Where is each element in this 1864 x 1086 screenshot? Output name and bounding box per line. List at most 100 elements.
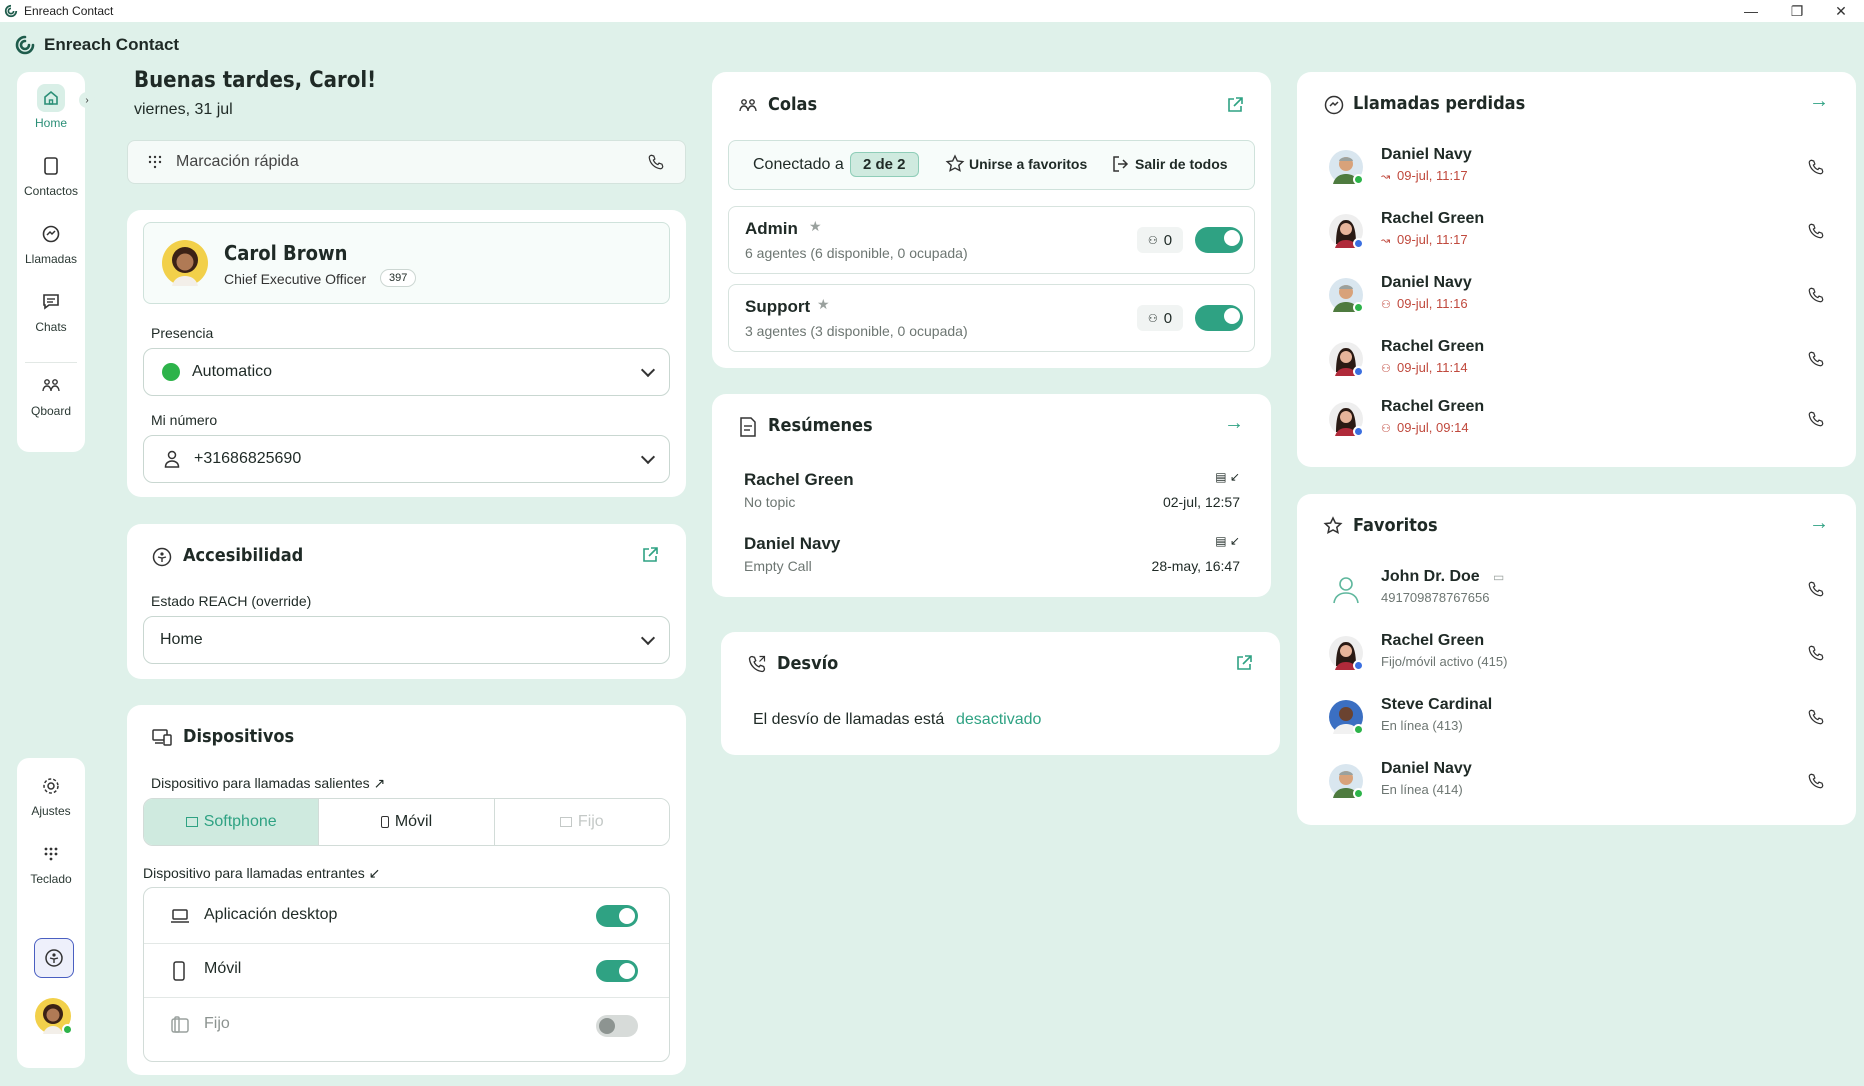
accessibility-icon [45,949,63,967]
missed-call-row[interactable]: Daniel Navy ↝ 09-jul, 11:17 [1297,146,1856,200]
maximize-button[interactable]: ❐ [1774,0,1820,22]
call-back-button[interactable] [1807,410,1825,428]
call-button[interactable] [1807,772,1825,790]
missed-call-icon: ↝ [1381,235,1391,247]
open-external-icon[interactable] [641,546,659,564]
arrow-right-icon[interactable]: → [1224,412,1244,435]
favorite-row[interactable]: Rachel Green Fijo/móvil activo (415) [1297,632,1856,686]
nav-keypad[interactable]: Teclado [17,840,85,886]
call-back-button[interactable] [1807,222,1825,240]
favorite-status: En línea (413) [1381,718,1463,733]
status-dot [1353,724,1364,735]
favorite-row[interactable]: John Dr. Doe ▭ 491709878767656 [1297,568,1856,622]
summary-topic: Empty Call [744,558,812,574]
user-avatar[interactable] [35,998,73,1035]
phone-icon[interactable] [647,153,665,171]
summary-item[interactable]: Daniel Navy Empty Call ▤ ↙ 28-may, 16:47 [744,534,1240,584]
arrow-right-icon[interactable]: → [1809,512,1829,535]
join-favorites-button[interactable]: Unirse a favoritos [945,154,1087,174]
minimize-button[interactable]: — [1728,0,1774,22]
nav-rail-top: Home › Contactos Llamadas Chats Qboard [17,72,95,452]
favorite-name: Daniel Navy [1381,760,1472,777]
star-icon[interactable]: ★ [809,218,822,235]
mobile-icon [173,961,185,981]
queue-count-value: 0 [1163,231,1173,249]
join-favorites-label: Unirse a favoritos [969,156,1088,172]
queue-join-toggle[interactable] [1195,227,1243,253]
accessibility-card: Accesibilidad Estado REACH (override) Ho… [127,524,686,679]
incoming-mobile-row: Móvil [144,944,669,998]
chevron-down-icon [640,630,656,646]
connected-label: Conectado a [753,156,844,173]
presence-select[interactable]: Automatico [143,348,670,396]
incoming-desktop-toggle[interactable] [596,905,638,927]
nav-contacts[interactable]: Contactos [17,152,85,198]
missed-call-row[interactable]: Rachel Green ⚇ 09-jul, 11:14 [1297,338,1856,392]
outgoing-fixed-label: Fijo [577,813,604,830]
favorite-name: John Dr. Doe [1381,568,1480,585]
summary-document-icon [740,417,756,437]
presence-label: Presencia [151,325,214,341]
incoming-fixed-toggle[interactable] [596,1015,638,1037]
profile-role: Chief Executive Officer [224,271,367,287]
nav-qboard-label: Qboard [30,404,72,418]
caller-name: Rachel Green [1381,210,1485,227]
missed-call-row[interactable]: Rachel Green ⚇ 09-jul, 09:14 [1297,398,1856,452]
nav-qboard[interactable]: Qboard [17,372,85,418]
forwarding-status-link[interactable]: desactivado [956,711,1041,729]
incoming-mobile-toggle[interactable] [596,960,638,982]
close-button[interactable]: ✕ [1818,0,1864,22]
outgoing-fixed-option[interactable]: Fijo [494,799,669,845]
collapse-rail-button[interactable]: › [79,92,95,108]
leave-all-button[interactable]: Salir de todos [1111,154,1228,174]
accessibility-status-button[interactable] [34,938,74,978]
nav-settings[interactable]: Ajustes [17,772,85,818]
open-external-icon[interactable] [1235,654,1253,672]
missed-call-row[interactable]: Daniel Navy ⚇ 09-jul, 11:16 [1297,274,1856,328]
enreach-logo-icon [15,35,35,55]
outgoing-softphone-option[interactable]: Softphone [144,799,320,845]
profile-header: Carol Brown Chief Executive Officer 397 [143,222,670,304]
call-button[interactable] [1807,580,1825,598]
queue-people-icon: ⚇ [1147,234,1158,247]
call-button[interactable] [1807,644,1825,662]
quick-dial-placeholder: Marcación rápida [176,153,299,170]
nav-rail-bottom: Ajustes Teclado [17,758,85,1068]
open-external-icon[interactable] [1226,96,1244,114]
my-number-select[interactable]: +31686825690 [143,435,670,483]
calls-history-icon [37,220,65,248]
call-button[interactable] [1807,708,1825,726]
nav-chats[interactable]: Chats [17,288,85,334]
nav-calls[interactable]: Llamadas [17,220,85,266]
star-icon[interactable]: ★ [817,296,830,313]
arrow-right-icon[interactable]: → [1809,90,1829,113]
missed-time: 09-jul, 11:17 [1397,232,1468,247]
missed-calls-title: Llamadas perdidas [1353,93,1526,114]
reach-state-select[interactable]: Home [143,616,670,664]
profile-name: Carol Brown [224,241,348,265]
quick-dial-bar[interactable]: Marcación rápida [127,140,686,184]
queue-join-toggle[interactable] [1195,305,1243,331]
queues-card: Colas Conectado a 2 de 2 Unirse a favori… [712,72,1271,368]
forwarding-title: Desvío [777,653,839,674]
contact-avatar [1329,764,1364,799]
favorite-row[interactable]: Daniel Navy En línea (414) [1297,760,1856,814]
call-back-button[interactable] [1807,350,1825,368]
call-back-button[interactable] [1807,286,1825,304]
laptop-icon [171,909,189,923]
reach-state-value: Home [160,631,203,648]
missed-time: 09-jul, 11:17 [1397,168,1468,183]
queue-waiting-count: ⚇ 0 [1137,227,1183,253]
summary-item[interactable]: Rachel Green No topic ▤ ↙ 02-jul, 12:57 [744,470,1240,520]
profile-card: Carol Brown Chief Executive Officer 397 … [127,210,686,497]
status-dot [1353,302,1364,313]
contact-avatar [1329,402,1364,437]
summary-type-icons: ▤ ↙ [1215,534,1240,548]
favorite-row[interactable]: Steve Cardinal En línea (413) [1297,696,1856,750]
nav-chats-label: Chats [35,320,67,334]
connected-count-badge: 2 de 2 [850,152,919,177]
missed-call-row[interactable]: Rachel Green ↝ 09-jul, 11:17 [1297,210,1856,264]
outgoing-mobile-option[interactable]: Móvil [319,799,495,845]
call-back-button[interactable] [1807,158,1825,176]
nav-home[interactable]: Home [17,84,85,130]
